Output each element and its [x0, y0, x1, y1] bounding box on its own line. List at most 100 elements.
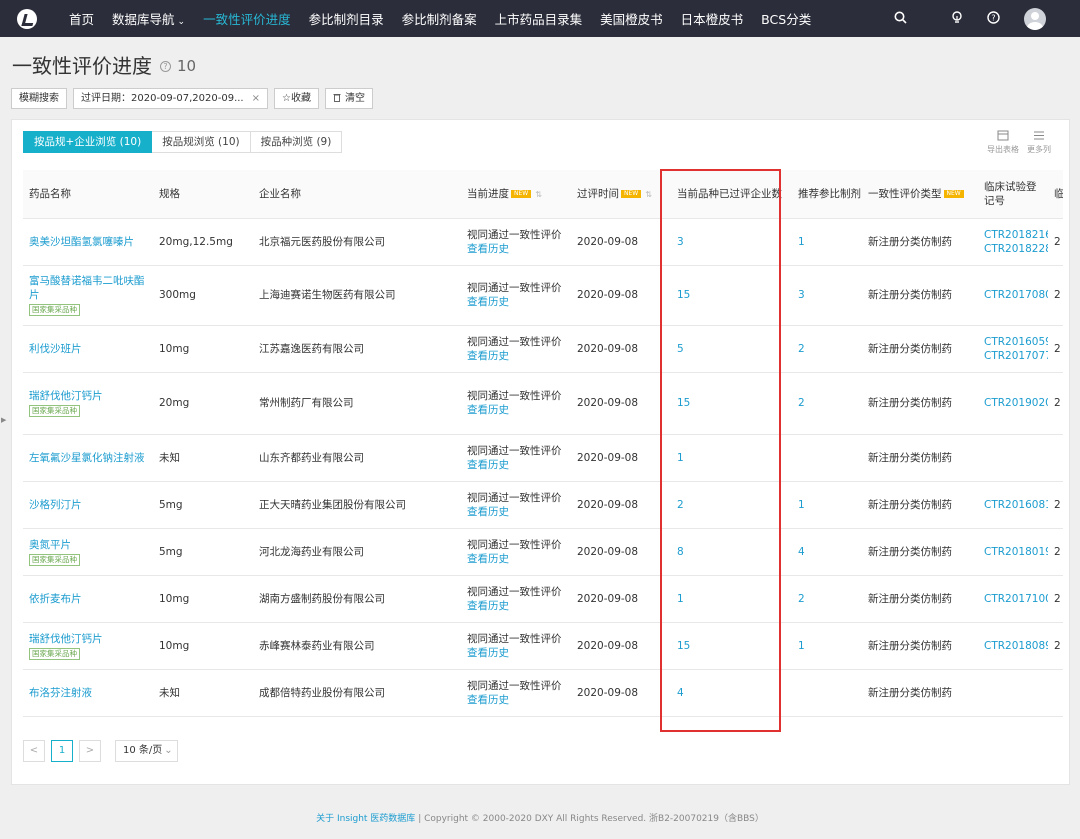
col-header-extra[interactable]: 临	[1048, 170, 1063, 219]
reference-cell[interactable]: 1	[792, 481, 862, 529]
view-history-link[interactable]: 查看历史	[467, 600, 509, 612]
reference-cell[interactable]: 3	[792, 265, 862, 326]
trial-link[interactable]: CTR20190200	[984, 397, 1048, 409]
sidebar-expand-icon[interactable]: ▶	[1, 416, 6, 424]
fuzzy-search-button[interactable]: 模糊搜索	[11, 88, 67, 109]
col-header-name[interactable]: 药品名称	[23, 170, 153, 219]
tab-by-variety[interactable]: 按品种浏览 (9)	[250, 131, 343, 153]
date-cell: 2020-09-08	[571, 218, 671, 266]
company-count-cell[interactable]: 4	[671, 669, 792, 717]
col-header-progress[interactable]: 当前进度 NEW ⇅	[461, 170, 571, 219]
company-count-cell[interactable]: 3	[671, 218, 792, 266]
reference-cell[interactable]: 2	[792, 325, 862, 373]
sort-icon[interactable]: ⇅	[535, 190, 542, 199]
nav-jp-orange-book[interactable]: 日本橙皮书	[681, 9, 744, 28]
trial-link[interactable]: CTR20180897	[984, 640, 1048, 652]
trial-link[interactable]: CTR20171001	[984, 593, 1048, 605]
company-count-cell[interactable]: 15	[671, 622, 792, 670]
sort-icon[interactable]: ⇅	[645, 190, 652, 199]
spec-cell: 20mg	[153, 372, 253, 435]
nav-us-orange-book[interactable]: 美国橙皮书	[600, 9, 663, 28]
drug-name-link[interactable]: 富马酸替诺福韦二吡呋酯片	[29, 275, 145, 301]
drug-name-link[interactable]: 奥美沙坦酯氢氯噻嗪片	[29, 236, 134, 248]
col-header-trial[interactable]: 临床试验登记号	[978, 170, 1048, 219]
nav-home[interactable]: 首页	[69, 9, 94, 28]
trial-link[interactable]: CTR20180192	[984, 546, 1048, 558]
trial-link[interactable]: CTR20160596	[984, 336, 1048, 348]
trial-link[interactable]: CTR20182284	[984, 243, 1048, 255]
drug-name-link[interactable]: 瑞舒伐他汀钙片	[29, 390, 103, 402]
progress-status: 视同通过一致性评价	[467, 632, 562, 645]
close-icon[interactable]: ×	[252, 93, 260, 104]
progress-status: 视同通过一致性评价	[467, 585, 562, 598]
view-history-link[interactable]: 查看历史	[467, 694, 509, 706]
drug-name-link[interactable]: 沙格列汀片	[29, 499, 82, 511]
reference-cell[interactable]: 4	[792, 528, 862, 576]
drug-name-link[interactable]: 依折麦布片	[29, 593, 82, 605]
company-count-cell[interactable]: 15	[671, 372, 792, 435]
view-history-link[interactable]: 查看历史	[467, 647, 509, 659]
col-header-company-count[interactable]: 当前品种已过评企业数	[671, 170, 792, 219]
drug-name-link[interactable]: 奥氮平片	[29, 539, 71, 551]
app-logo[interactable]	[17, 8, 37, 29]
page-size-select[interactable]: 10 条/页 ⌄	[115, 740, 178, 762]
nav-reference-filing[interactable]: 参比制剂备案	[402, 9, 477, 28]
company-count-cell[interactable]: 1	[671, 434, 792, 482]
company-count-cell[interactable]: 1	[671, 575, 792, 623]
nav-marketed-drugs[interactable]: 上市药品目录集	[495, 9, 583, 28]
new-badge: NEW	[621, 190, 642, 199]
drug-name-cell: 奥氮平片 国家集采品种	[23, 528, 153, 576]
prev-page-button[interactable]: <	[23, 740, 45, 762]
company-count-cell[interactable]: 2	[671, 481, 792, 529]
about-link[interactable]: 关于 Insight 医药数据库	[316, 814, 415, 824]
trial-link[interactable]: CTR20170803	[984, 289, 1048, 301]
next-page-button[interactable]: >	[79, 740, 101, 762]
company-count-cell[interactable]: 15	[671, 265, 792, 326]
date-filter-chip[interactable]: 过评日期：2020-09-07,2020-09... ×	[73, 88, 269, 109]
reference-cell[interactable]: 1	[792, 622, 862, 670]
favorite-button[interactable]: ☆收藏	[274, 88, 319, 109]
reference-cell[interactable]: 2	[792, 372, 862, 435]
view-history-link[interactable]: 查看历史	[467, 506, 509, 518]
col-header-type[interactable]: 一致性评价类型 NEW	[862, 170, 978, 219]
col-header-company[interactable]: 企业名称	[253, 170, 461, 219]
company-count-cell[interactable]: 8	[671, 528, 792, 576]
page-1-button[interactable]: 1	[51, 740, 73, 762]
progress-cell: 视同通过一致性评价 查看历史	[461, 218, 571, 266]
view-history-link[interactable]: 查看历史	[467, 296, 509, 308]
company-count-cell[interactable]: 5	[671, 325, 792, 373]
col-header-date[interactable]: 过评时间 NEW ⇅	[571, 170, 671, 219]
export-table-button[interactable]: 导出表格	[985, 130, 1021, 155]
view-history-link[interactable]: 查看历史	[467, 350, 509, 362]
trial-link[interactable]: CTR20170773	[984, 350, 1048, 362]
nav-database[interactable]: 数据库导航 ⌄	[112, 9, 185, 28]
tab-by-spec-company[interactable]: 按品规+企业浏览 (10)	[23, 131, 153, 153]
tab-by-spec[interactable]: 按品规浏览 (10)	[152, 131, 251, 153]
help-circle-icon[interactable]: ?	[160, 61, 171, 72]
nav-reference-catalog[interactable]: 参比制剂目录	[309, 9, 384, 28]
nav-consistency-progress[interactable]: 一致性评价进度	[203, 9, 291, 28]
help-icon[interactable]: ?	[987, 10, 1000, 27]
avatar[interactable]	[1024, 7, 1046, 30]
drug-name-link[interactable]: 利伐沙班片	[29, 343, 82, 355]
reference-cell[interactable]: 1	[792, 218, 862, 266]
view-history-link[interactable]: 查看历史	[467, 404, 509, 416]
trial-link[interactable]: CTR20160814	[984, 499, 1048, 511]
search-icon[interactable]	[894, 11, 907, 27]
trial-link[interactable]: CTR20182166	[984, 229, 1048, 241]
reference-cell[interactable]	[792, 434, 862, 482]
drug-name-link[interactable]: 布洛芬注射液	[29, 687, 92, 699]
drug-name-link[interactable]: 左氧氟沙星氯化钠注射液	[29, 452, 145, 464]
col-header-spec[interactable]: 规格	[153, 170, 253, 219]
nav-bcs[interactable]: BCS分类	[761, 9, 811, 28]
col-header-reference[interactable]: 推荐参比制剂	[792, 170, 862, 219]
drug-name-link[interactable]: 瑞舒伐他汀钙片	[29, 633, 103, 645]
view-history-link[interactable]: 查看历史	[467, 243, 509, 255]
clear-button[interactable]: 清空	[324, 88, 373, 109]
view-history-link[interactable]: 查看历史	[467, 553, 509, 565]
more-columns-button[interactable]: 更多列	[1021, 130, 1057, 155]
view-history-link[interactable]: 查看历史	[467, 459, 509, 471]
reference-cell[interactable]	[792, 669, 862, 717]
lightbulb-icon[interactable]	[951, 10, 963, 27]
reference-cell[interactable]: 2	[792, 575, 862, 623]
